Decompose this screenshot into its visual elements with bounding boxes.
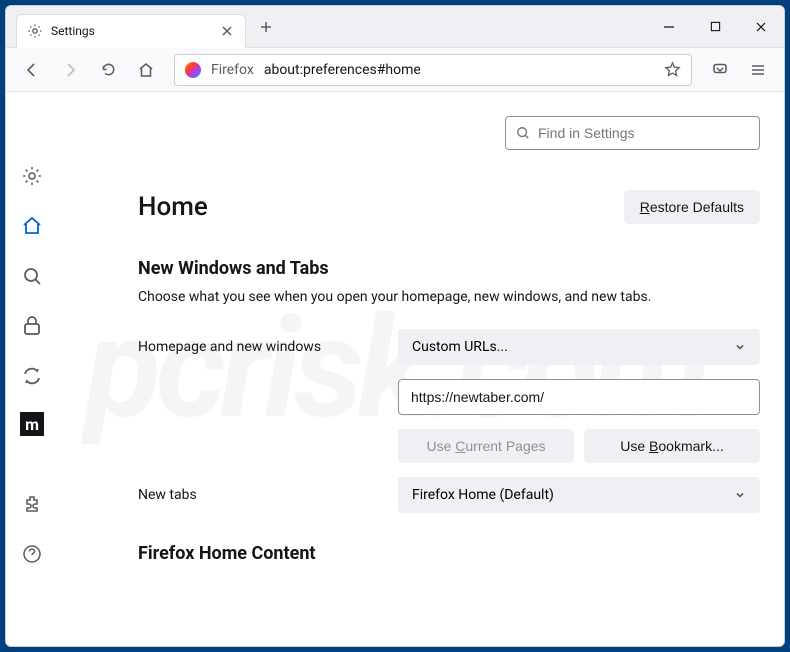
tab-title: Settings <box>51 24 211 38</box>
extensions-icon[interactable] <box>18 490 46 518</box>
close-icon[interactable] <box>219 23 235 39</box>
address-bar[interactable]: Firefox about:preferences#home <box>174 54 692 86</box>
settings-privacy-icon[interactable] <box>18 312 46 340</box>
settings-more-icon[interactable]: m <box>20 412 44 436</box>
section-title: New Windows and Tabs <box>138 258 760 279</box>
content: pcrisk.com m <box>6 92 784 646</box>
maximize-button[interactable] <box>692 6 738 48</box>
settings-rail: m <box>6 92 58 646</box>
homepage-select-value: Custom URLs... <box>412 339 508 355</box>
find-settings-field[interactable] <box>538 125 749 141</box>
homepage-label: Homepage and new windows <box>138 339 378 355</box>
tab-settings[interactable]: Settings <box>16 14 246 48</box>
forward-button[interactable] <box>54 54 86 86</box>
menu-button[interactable] <box>742 54 774 86</box>
minimize-button[interactable] <box>646 6 692 48</box>
section2-title: Firefox Home Content <box>138 543 760 564</box>
settings-home-icon[interactable] <box>18 212 46 240</box>
toolbar: Firefox about:preferences#home <box>6 48 784 92</box>
homepage-select[interactable]: Custom URLs... <box>398 329 760 365</box>
reload-button[interactable] <box>92 54 124 86</box>
homepage-url-input[interactable] <box>398 379 760 415</box>
help-icon[interactable] <box>18 540 46 568</box>
settings-general-icon[interactable] <box>18 162 46 190</box>
window-controls <box>646 6 784 48</box>
chevron-down-icon <box>734 489 746 501</box>
new-tab-button[interactable] <box>252 13 280 41</box>
newtabs-select[interactable]: Firefox Home (Default) <box>398 477 760 513</box>
find-settings-input[interactable] <box>505 116 760 150</box>
address-brand: Firefox <box>211 62 254 78</box>
newtabs-select-value: Firefox Home (Default) <box>412 487 554 503</box>
restore-defaults-button[interactable]: Restore Defaults <box>624 190 760 224</box>
address-url: about:preferences#home <box>264 62 421 78</box>
settings-search-icon[interactable] <box>18 262 46 290</box>
use-bookmark-button[interactable]: Use Bookmark... <box>584 429 760 463</box>
page-title: Home <box>138 192 208 222</box>
newtabs-label: New tabs <box>138 487 378 503</box>
browser-window: Settings <box>5 5 785 647</box>
titlebar: Settings <box>6 6 784 48</box>
gear-icon <box>27 23 43 39</box>
firefox-icon <box>185 62 201 78</box>
chevron-down-icon <box>734 341 746 353</box>
close-button[interactable] <box>738 6 784 48</box>
main-panel: Home Restore Defaults New Windows and Ta… <box>58 92 784 646</box>
section-desc: Choose what you see when you open your h… <box>138 289 760 305</box>
use-current-pages-button[interactable]: Use Current Pages <box>398 429 574 463</box>
star-icon[interactable] <box>664 61 681 78</box>
back-button[interactable] <box>16 54 48 86</box>
pocket-button[interactable] <box>704 54 736 86</box>
settings-sync-icon[interactable] <box>18 362 46 390</box>
home-button[interactable] <box>130 54 162 86</box>
